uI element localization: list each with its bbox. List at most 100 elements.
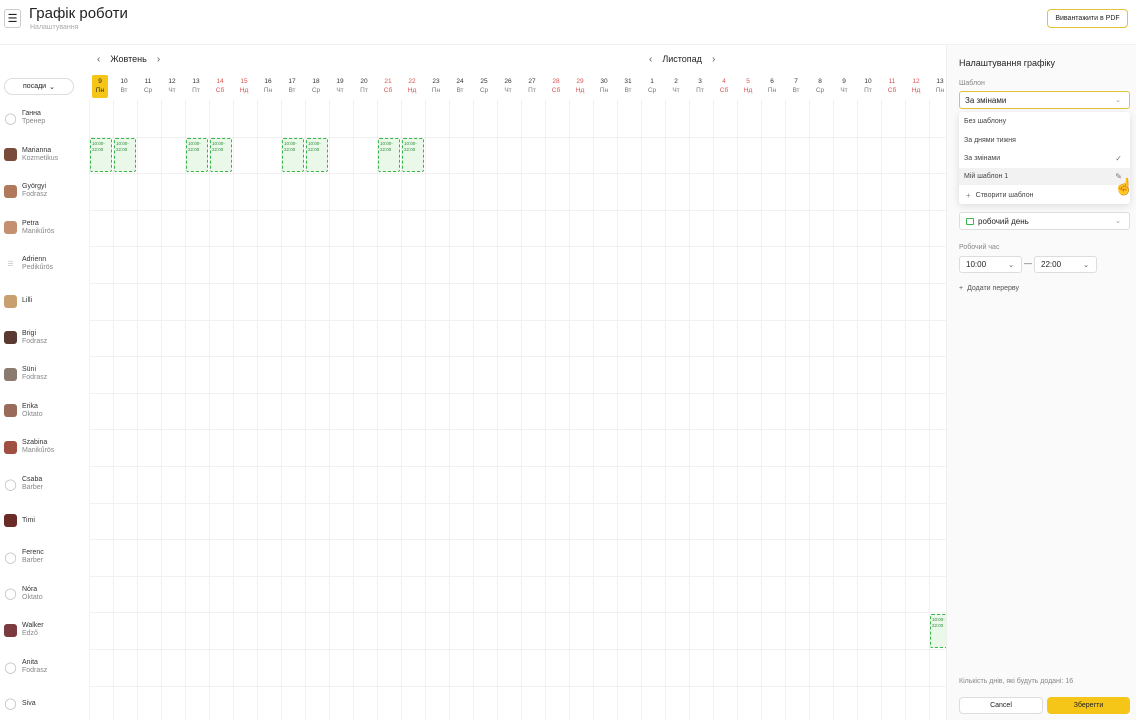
day-header[interactable]: 15 Нд (236, 75, 252, 98)
day-header[interactable]: 14 Сб (212, 75, 228, 98)
day-header[interactable]: 22 Нд (404, 75, 420, 98)
day-header[interactable]: 9 Пн (92, 75, 108, 98)
employee-row[interactable]: Walker Edző (4, 620, 44, 640)
day-header[interactable]: 18 Ср (308, 75, 324, 98)
page-subtitle[interactable]: Налаштування (30, 24, 78, 31)
shift-end: 22:00 (92, 147, 104, 153)
employee-row[interactable]: Györgyi Fodrasz (4, 181, 47, 201)
day-number: 30 (600, 78, 608, 85)
plus-icon: + (966, 191, 971, 200)
grid-column-line (257, 100, 258, 720)
chevron-down-icon: ⌄ (1008, 261, 1014, 269)
day-header[interactable]: 10 Пт (860, 75, 876, 98)
time-from-select[interactable]: 10:00 ⌄ (959, 256, 1022, 273)
plus-icon: + (959, 285, 964, 292)
shift-block[interactable]: 10:00- 22:00 (402, 138, 424, 173)
employee-row[interactable]: ☰ Adrienn Pedikűrös (4, 254, 53, 274)
template-option-custom-1[interactable]: Мій шаблон 1 ✎ (959, 168, 1130, 185)
day-header[interactable]: 12 Чт (164, 75, 180, 98)
employee-row[interactable]: Erika Oktato (4, 401, 43, 421)
schedule-settings-panel: Налаштування графіку Шаблон За змінами ⌄… (946, 45, 1136, 720)
day-header[interactable]: 4 Сб (716, 75, 732, 98)
next-month-icon[interactable]: › (157, 54, 160, 65)
shift-block[interactable]: 10:00- 22:00 (282, 138, 304, 173)
employee-row[interactable]: ◯ Ганна Тренер (4, 108, 45, 128)
day-header[interactable]: 9 Чт (836, 75, 852, 98)
day-header[interactable]: 13 Пт (188, 75, 204, 98)
weekday-label: Ср (647, 87, 657, 94)
day-header[interactable]: 6 Пн (764, 75, 780, 98)
day-header[interactable]: 31 Вт (620, 75, 636, 98)
employee-row[interactable]: Timi (4, 511, 35, 531)
day-header[interactable]: 26 Чт (500, 75, 516, 98)
employee-name: Szabina (22, 439, 48, 447)
shift-block[interactable]: 10:00- 22:00 (210, 138, 232, 173)
day-header[interactable]: 7 Вт (788, 75, 804, 98)
employee-name: Lilli (22, 297, 33, 304)
day-header[interactable]: 19 Чт (332, 75, 348, 98)
day-header[interactable]: 11 Сб (884, 75, 900, 98)
grid-row-line (89, 319, 946, 321)
employee-row[interactable]: ◯ Siva (4, 694, 35, 714)
shift-block[interactable]: 10:00- 22:00 (114, 138, 136, 173)
create-template-option[interactable]: + Створити шаблон (959, 187, 1130, 204)
cancel-button[interactable]: Cancel (959, 697, 1043, 714)
shift-block[interactable]: 10:00- 22:00 (930, 613, 946, 648)
time-to-select[interactable]: 22:00 ⌄ (1034, 256, 1097, 273)
employee-name: Ганна (22, 110, 41, 117)
employee-role: Pedikűrös (22, 264, 54, 272)
day-header[interactable]: 1 Ср (644, 75, 660, 98)
employee-row[interactable]: ◯ Nóra Oktato (4, 584, 42, 604)
prev-month-icon[interactable]: ‹ (649, 54, 652, 65)
employee-row[interactable]: Petra Manikűrös (4, 218, 54, 238)
weekday-label: Чт (168, 87, 176, 94)
day-header[interactable]: 3 Пт (692, 75, 708, 98)
day-header[interactable]: 12 Нд (908, 75, 924, 98)
chevron-down-icon: ⌄ (49, 83, 55, 91)
day-header[interactable]: 23 Пн (428, 75, 444, 98)
day-header[interactable]: 25 Ср (476, 75, 492, 98)
prev-month-icon[interactable]: ‹ (97, 54, 100, 65)
day-header[interactable]: 16 Пн (260, 75, 276, 98)
day-header[interactable]: 11 Ср (140, 75, 156, 98)
export-pdf-button[interactable]: Вивантажити в PDF (1047, 9, 1128, 28)
day-number: 8 (818, 78, 822, 85)
day-header[interactable]: 2 Чт (668, 75, 684, 98)
employee-row[interactable]: Lilli (4, 291, 32, 311)
next-month-icon[interactable]: › (712, 54, 715, 65)
day-header[interactable]: 28 Сб (548, 75, 564, 98)
day-header[interactable]: 17 Вт (284, 75, 300, 98)
employee-row[interactable]: Szabina Manikűrös (4, 437, 54, 457)
shift-block[interactable]: 10:00- 22:00 (186, 138, 208, 173)
shift-block[interactable]: 10:00- 22:00 (378, 138, 400, 173)
employee-row[interactable]: Süni Fodrasz (4, 364, 47, 384)
weekday-label: Нд (239, 87, 249, 94)
position-filter-button[interactable]: посади ⌄ (4, 78, 74, 95)
avatar (4, 623, 17, 637)
day-header[interactable]: 10 Вт (116, 75, 132, 98)
day-header[interactable]: 5 Нд (740, 75, 756, 98)
day-header[interactable]: 8 Ср (812, 75, 828, 98)
employee-row[interactable]: Marianna Kozmetikus (4, 145, 58, 165)
save-button[interactable]: Зберегти (1047, 697, 1130, 714)
day-header[interactable]: 29 Нд (572, 75, 588, 98)
template-option-shifts[interactable]: За змінами ✓ (959, 150, 1130, 167)
weekday-label: Нд (743, 87, 753, 94)
template-select[interactable]: За змінами ⌄ (959, 91, 1130, 109)
day-header[interactable]: 30 Пн (596, 75, 612, 98)
template-option-none[interactable]: Без шаблону (959, 113, 1130, 130)
template-option-weekdays[interactable]: За днями тижня (959, 132, 1130, 149)
day-header[interactable]: 24 Вт (452, 75, 468, 98)
employee-row[interactable]: ◯ Ferenc Barber (4, 547, 43, 567)
add-break-button[interactable]: + Додати перерву (959, 285, 1019, 292)
day-header[interactable]: 20 Пт (356, 75, 372, 98)
day-header[interactable]: 27 Пт (524, 75, 540, 98)
menu-icon[interactable]: ☰ (4, 9, 21, 28)
day-header[interactable]: 21 Сб (380, 75, 396, 98)
employee-row[interactable]: Brigi Fodrasz (4, 328, 47, 348)
employee-row[interactable]: ◯ Anita Fodrasz (4, 657, 47, 677)
shift-block[interactable]: 10:00- 22:00 (90, 138, 112, 173)
day-type-select[interactable]: робочий день ⌄ (959, 212, 1130, 230)
employee-row[interactable]: ◯ Csaba Barber (4, 474, 43, 494)
shift-block[interactable]: 10:00- 22:00 (306, 138, 328, 173)
